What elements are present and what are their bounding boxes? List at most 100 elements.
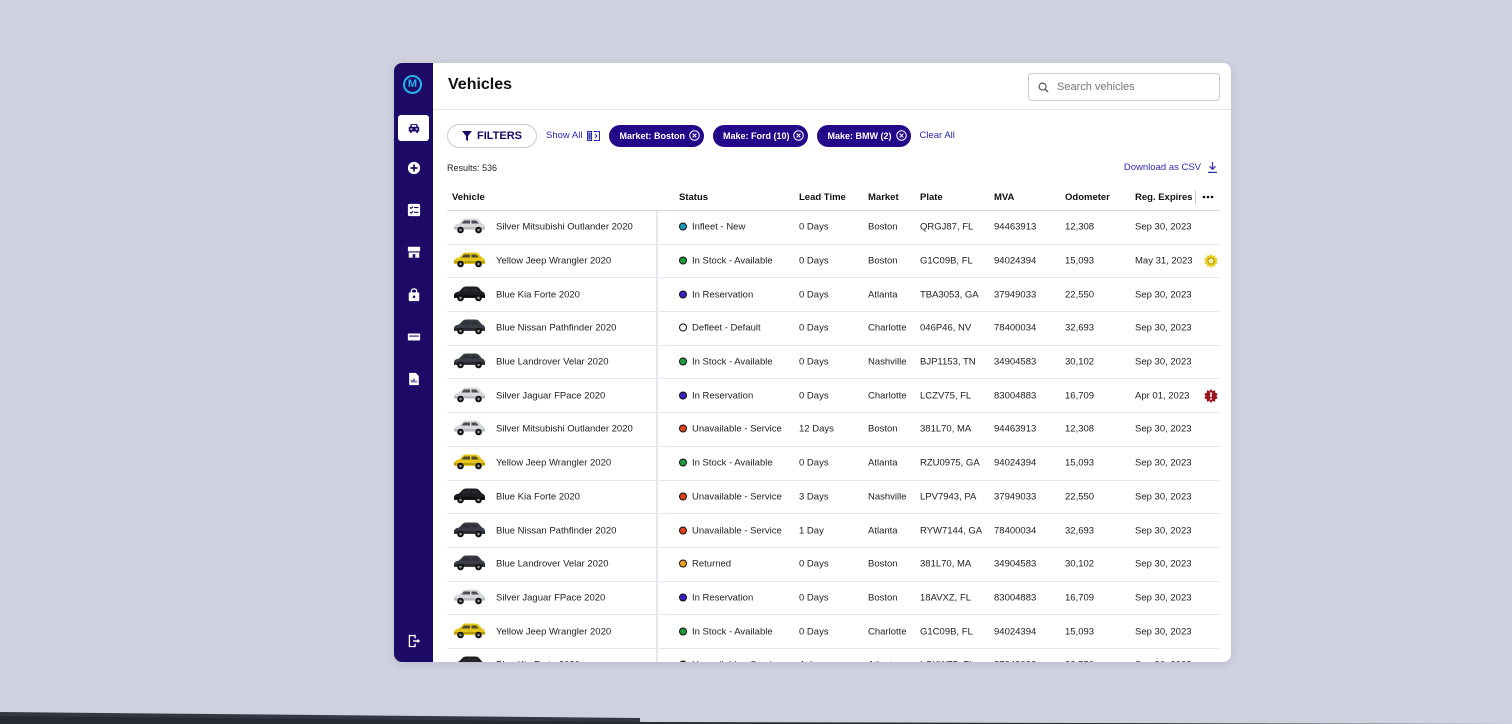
market-cell: Boston xyxy=(868,423,898,435)
vehicle-thumbnail xyxy=(452,251,486,272)
column-header-odometer[interactable]: Odometer xyxy=(1065,192,1110,203)
sidebar-item-stores[interactable] xyxy=(398,239,429,265)
vehicle-thumbnail xyxy=(452,453,486,474)
table-row[interactable]: Silver Jaguar FPace 2020 In Reservation … xyxy=(447,582,1219,616)
status-label: Unavailable - Service xyxy=(692,660,782,662)
column-header-lead-time[interactable]: Lead Time xyxy=(799,192,846,203)
plate-cell: RZU0975, GA xyxy=(920,457,980,469)
show-all-link[interactable]: Show All xyxy=(546,130,601,141)
filter-chip-market[interactable]: Market: Boston xyxy=(609,124,704,147)
table-row[interactable]: Blue Kia Forte 2020 In Reservation 0 Day… xyxy=(447,278,1219,313)
status-label: In Stock - Available xyxy=(692,626,773,638)
more-options-icon[interactable] xyxy=(1202,195,1214,199)
lead-time-cell: 0 Days xyxy=(799,221,829,233)
vehicle-image xyxy=(454,387,485,403)
odometer-cell: 16,709 xyxy=(1065,592,1095,604)
mva-cell: 94463913 xyxy=(994,423,1037,435)
reg-expires-cell: May 31, 2023 xyxy=(1135,255,1193,267)
remove-chip-icon[interactable] xyxy=(895,130,907,141)
odometer-cell: 22,550 xyxy=(1065,289,1095,301)
status-label: In Stock - Available xyxy=(692,255,773,267)
warning-badge-icon xyxy=(1204,254,1218,269)
download-label: Download as CSV xyxy=(1123,162,1201,173)
filters-button[interactable]: FILTERS xyxy=(447,123,538,148)
logout-icon xyxy=(408,634,420,648)
table-row[interactable]: Yellow Jeep Wrangler 2020 In Stock - Ava… xyxy=(447,245,1219,279)
table-row[interactable]: Blue Nissan Pathfinder 2020 Unavailable … xyxy=(447,514,1219,548)
plate-cell: 046P46, NV xyxy=(920,322,972,334)
sidebar-item-bag[interactable] xyxy=(398,282,429,308)
table-row[interactable]: Blue Landrover Velar 2020 In Stock - Ava… xyxy=(447,346,1219,380)
column-header-reg-expires[interactable]: Reg. Expires xyxy=(1135,192,1193,203)
market-cell: Boston xyxy=(868,221,898,233)
column-header-plate[interactable]: Plate xyxy=(920,192,943,203)
market-cell: Atlanta xyxy=(868,660,898,662)
vehicle-image xyxy=(454,454,485,470)
error-badge-icon xyxy=(1204,388,1218,403)
sidebar-item-keys[interactable] xyxy=(398,324,429,350)
vehicle-name: Blue Landrover Velar 2020 xyxy=(496,356,609,368)
sidebar-item-tasks[interactable] xyxy=(398,197,429,223)
table-row[interactable]: Blue Landrover Velar 2020 Returned 0 Day… xyxy=(447,548,1219,582)
remove-chip-icon[interactable] xyxy=(793,130,805,141)
odometer-cell: 15,093 xyxy=(1065,626,1095,638)
search-box[interactable] xyxy=(1028,73,1220,101)
plate-cell: G1C09B, FL xyxy=(920,626,973,638)
column-header-mva[interactable]: MVA xyxy=(994,192,1014,203)
lead-time-cell: 0 Days xyxy=(799,322,829,334)
vehicle-image xyxy=(454,555,485,571)
vehicle-thumbnail xyxy=(452,520,486,541)
mva-cell: 94024394 xyxy=(994,255,1037,267)
mva-cell: 94024394 xyxy=(994,457,1037,469)
app-logo[interactable]: M xyxy=(403,75,422,94)
table-row[interactable]: Blue Kia Forte 2020 Unavailable - Servic… xyxy=(447,481,1219,515)
status-label: Unavailable - Service xyxy=(692,423,782,435)
column-header-vehicle[interactable]: Vehicle xyxy=(452,192,485,203)
lead-time-cell: 0 Days xyxy=(799,390,829,402)
filter-chip-label: Market: Boston xyxy=(619,130,685,141)
market-cell: Charlotte xyxy=(868,626,907,638)
download-csv-link[interactable]: Download as CSV xyxy=(1124,162,1217,173)
status-cell: In Reservation xyxy=(679,390,753,401)
vehicle-image xyxy=(454,488,485,504)
column-separator xyxy=(1195,190,1196,204)
odometer-cell: 32,693 xyxy=(1065,525,1095,537)
market-cell: Nashville xyxy=(868,491,907,503)
table-row[interactable]: Silver Jaguar FPace 2020 In Reservation … xyxy=(447,379,1219,414)
table-row[interactable]: Blue Nissan Pathfinder 2020 Defleet - De… xyxy=(447,312,1219,346)
search-input[interactable] xyxy=(1055,80,1209,94)
table-row[interactable]: Silver Mitsubishi Outlander 2020 Infleet… xyxy=(447,211,1219,245)
lead-time-cell: 0 Days xyxy=(799,289,829,301)
sidebar-item-add[interactable] xyxy=(398,155,429,181)
reg-expires-cell: Sep 30, 2023 xyxy=(1135,660,1192,662)
status-dot xyxy=(679,424,687,433)
remove-chip-icon[interactable] xyxy=(689,130,700,141)
vehicle-thumbnail xyxy=(452,655,486,662)
table-row[interactable]: Yellow Jeep Wrangler 2020 In Stock - Ava… xyxy=(447,615,1219,649)
clear-all-link[interactable]: Clear All xyxy=(920,130,955,141)
lead-time-cell: 0 Days xyxy=(799,626,829,638)
sidebar-logout[interactable] xyxy=(398,628,429,654)
mva-cell: 94024394 xyxy=(994,626,1037,638)
filter-chip-make-bmw[interactable]: Make: BMW (2) xyxy=(817,124,911,147)
sidebar-item-vehicles[interactable] xyxy=(398,115,429,141)
filter-chip-make-ford[interactable]: Make: Ford (10) xyxy=(712,124,809,147)
column-header-status[interactable]: Status xyxy=(679,192,708,203)
vehicle-name: Blue Nissan Pathfinder 2020 xyxy=(496,322,617,334)
results-count: Results: 536 xyxy=(447,163,498,173)
table-row[interactable]: Silver Mitsubishi Outlander 2020 Unavail… xyxy=(447,413,1219,447)
vehicle-thumbnail xyxy=(452,217,486,238)
status-dot xyxy=(679,458,687,467)
mva-cell: 78400034 xyxy=(994,525,1037,537)
plate-cell: 381L70, MA xyxy=(920,558,972,570)
status-dot xyxy=(679,559,687,568)
vehicle-image xyxy=(454,218,485,234)
column-header-market[interactable]: Market xyxy=(868,192,899,203)
sidebar-item-reports[interactable] xyxy=(398,366,429,392)
odometer-cell: 12,308 xyxy=(1065,221,1095,233)
plate-cell: 18AVXZ, FL xyxy=(920,592,972,604)
table-row[interactable]: Blue Kia Forte 2020 Unavailable - Servic… xyxy=(447,649,1219,662)
reg-expires-cell: Sep 30, 2023 xyxy=(1135,423,1192,435)
vehicle-image xyxy=(454,353,485,369)
table-row[interactable]: Yellow Jeep Wrangler 2020 In Stock - Ava… xyxy=(447,447,1219,481)
